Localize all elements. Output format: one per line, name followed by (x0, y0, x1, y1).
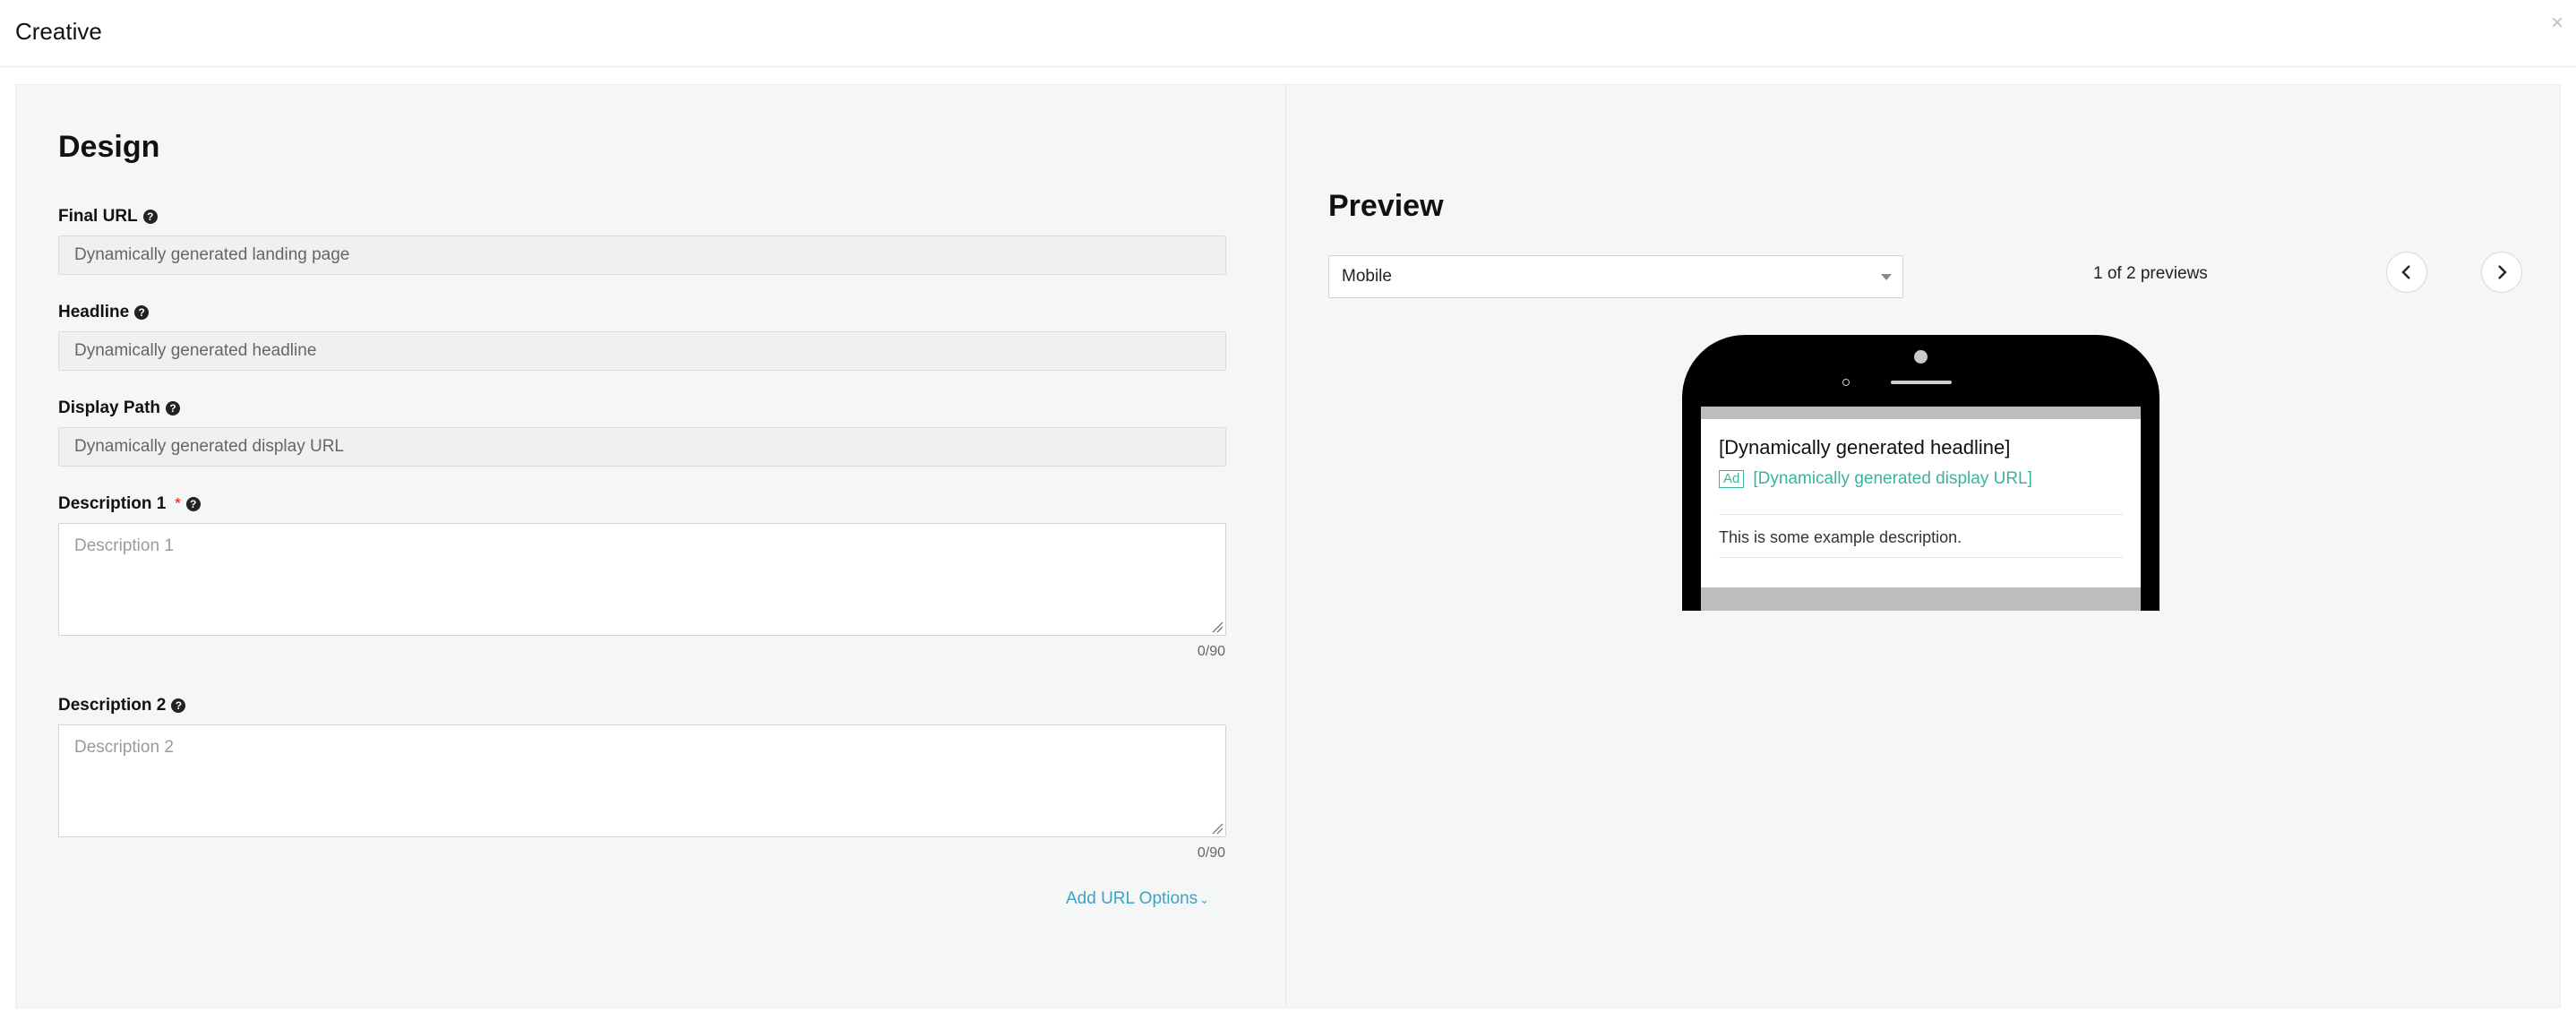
final-url-label: Final URL ? (58, 207, 158, 227)
device-select-value: Mobile (1342, 267, 1392, 286)
resize-handle-icon[interactable] (1211, 822, 1224, 835)
description1-textarea[interactable] (59, 524, 1225, 635)
camera-icon (1914, 350, 1928, 364)
design-heading: Design (58, 130, 160, 164)
question-circle-icon[interactable]: ? (185, 497, 201, 511)
headline-label-text: Headline (58, 303, 130, 321)
preview-panel: Preview Mobile 1 of 2 previews [Dynamica… (1286, 85, 2560, 1007)
ad-headline: [Dynamically generated headline] (1719, 436, 2011, 458)
preview-heading: Preview (1328, 189, 1444, 223)
ad-badge: Ad (1719, 470, 1745, 488)
mobile-phone-frame: [Dynamically generated headline] Ad [Dyn… (1682, 335, 2160, 611)
modal-body: Design Final URL ? Headline ? Display Pa… (15, 84, 2561, 1008)
display-path-label-text: Display Path (58, 398, 161, 417)
description2-counter: 0/90 (1197, 845, 1225, 861)
divider (1719, 514, 2123, 515)
description1-label: Description 1 * ? (58, 494, 201, 514)
description1-counter: 0/90 (1197, 644, 1225, 659)
caret-down-icon (1881, 274, 1892, 280)
headline-input[interactable] (58, 331, 1226, 371)
sensor-icon (1842, 379, 1850, 386)
design-panel: Design Final URL ? Headline ? Display Pa… (16, 85, 1286, 1007)
ad-preview-card: [Dynamically generated headline] Ad [Dyn… (1701, 419, 2141, 587)
question-circle-icon[interactable]: ? (142, 210, 158, 224)
add-url-options-link[interactable]: Add URL Options ⌄ (1066, 889, 1209, 909)
display-path-label: Display Path ? (58, 398, 181, 418)
chevron-right-icon (2498, 265, 2507, 279)
description2-field (58, 724, 1226, 837)
question-circle-icon[interactable]: ? (134, 305, 150, 320)
description1-field (58, 523, 1226, 636)
display-path-input[interactable] (58, 427, 1226, 467)
divider (1719, 557, 2123, 558)
device-select[interactable]: Mobile (1328, 255, 1903, 298)
preview-count: 1 of 2 previews (2093, 264, 2208, 283)
chevron-left-icon (2401, 265, 2410, 279)
question-circle-icon[interactable]: ? (171, 698, 186, 713)
final-url-input[interactable] (58, 236, 1226, 275)
resize-handle-icon[interactable] (1211, 621, 1224, 633)
ad-url-row: Ad [Dynamically generated display URL] (1719, 469, 2032, 489)
question-circle-icon[interactable]: ? (166, 401, 181, 415)
modal-header: Creative × (0, 0, 2576, 67)
chevron-down-icon: ⌄ (1199, 893, 1210, 906)
add-url-options-text: Add URL Options (1066, 889, 1198, 908)
phone-screen: [Dynamically generated headline] Ad [Dyn… (1701, 407, 2141, 611)
speaker-icon (1891, 381, 1952, 384)
prev-preview-button[interactable] (2386, 252, 2427, 293)
modal-title: Creative (15, 18, 102, 45)
ad-description: This is some example description. (1719, 528, 1962, 546)
description1-label-text: Description 1 (58, 494, 167, 513)
final-url-label-text: Final URL (58, 207, 138, 226)
required-marker: * (175, 496, 181, 511)
close-icon[interactable]: × (2551, 11, 2563, 36)
description2-label-text: Description 2 (58, 696, 167, 715)
next-preview-button[interactable] (2481, 252, 2522, 293)
headline-label: Headline ? (58, 303, 150, 322)
description2-textarea[interactable] (59, 725, 1225, 836)
ad-display-url: [Dynamically generated display URL] (1753, 469, 2032, 488)
description2-label: Description 2 ? (58, 696, 186, 715)
